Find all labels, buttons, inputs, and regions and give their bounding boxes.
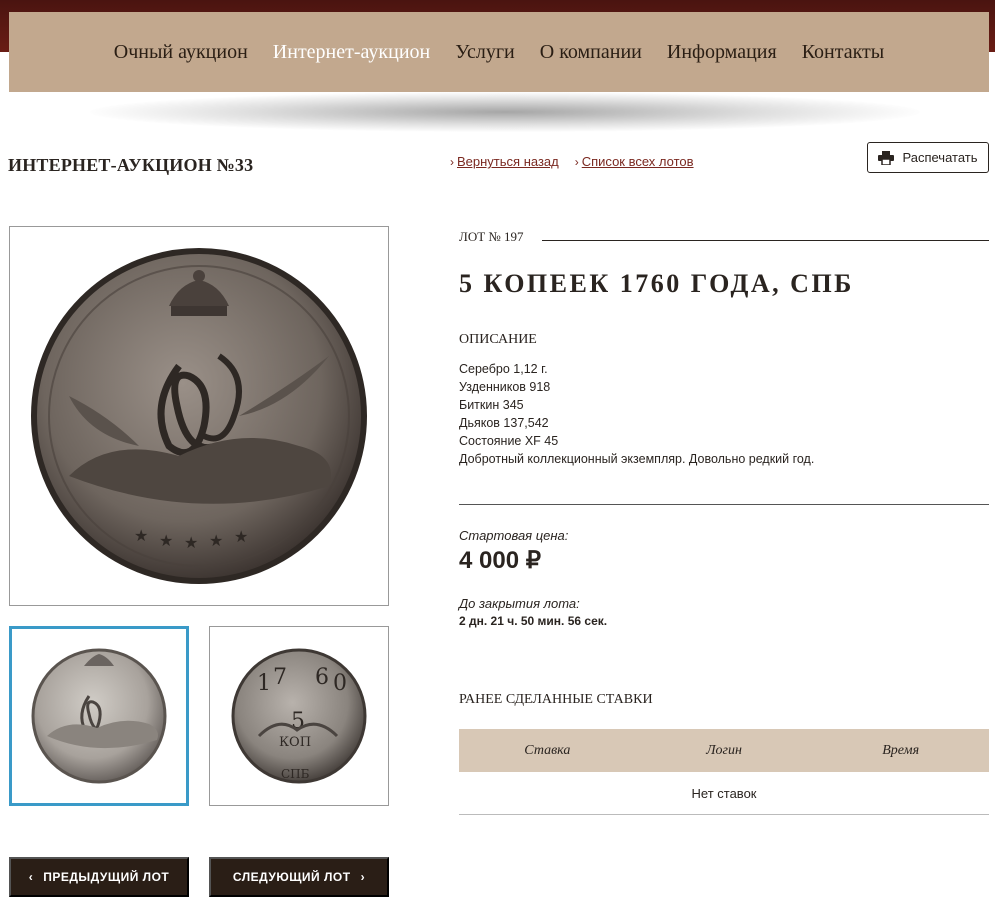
coin-obverse-image: ★ ★ ★ ★ ★ bbox=[31, 248, 367, 584]
next-lot-label: СЛЕДУЮЩИЙ ЛОТ bbox=[232, 870, 351, 884]
description-line: Состояние XF 45 bbox=[459, 434, 559, 448]
print-button[interactable]: Распечатать bbox=[867, 142, 989, 173]
lot-title: 5 КОПЕЕК 1760 ГОДА, СПБ bbox=[459, 269, 854, 298]
print-label: Распечатать bbox=[902, 150, 978, 165]
svg-text:★: ★ bbox=[209, 531, 223, 550]
svg-text:★: ★ bbox=[159, 531, 173, 550]
start-price-label: Стартовая цена: bbox=[459, 528, 569, 543]
nav-item-contacts[interactable]: Контакты bbox=[802, 41, 885, 64]
column-header-bid: Ставка bbox=[524, 742, 571, 758]
bids-empty-message: Нет ставок bbox=[459, 772, 989, 815]
lot-number: ЛОТ № 197 bbox=[459, 229, 524, 244]
closing-time-value: 2 дн. 21 ч. 50 мин. 56 сек. bbox=[459, 614, 608, 628]
chevron-right-icon: › bbox=[360, 870, 366, 884]
coin-obverse-thumb bbox=[31, 648, 167, 784]
description-line: Биткин 345 bbox=[459, 398, 524, 412]
lot-number-rule bbox=[542, 240, 989, 241]
page-title: ИНТЕРНЕТ-АУКЦИОН №33 bbox=[8, 155, 254, 175]
column-header-login: Логин bbox=[706, 742, 742, 758]
previous-lot-button[interactable]: ‹ ПРЕДЫДУЩИЙ ЛОТ bbox=[9, 857, 189, 897]
next-lot-button[interactable]: СЛЕДУЮЩИЙ ЛОТ › bbox=[209, 857, 389, 897]
year-digit-1: 1 bbox=[257, 671, 271, 696]
nav-item-info[interactable]: Информация bbox=[667, 41, 777, 64]
previous-lot-label: ПРЕДЫДУЩИЙ ЛОТ bbox=[43, 870, 170, 884]
description-line: Добротный коллекционный экземпляр. Довол… bbox=[459, 452, 815, 466]
nav-item-about[interactable]: О компании bbox=[540, 41, 642, 64]
svg-text:★: ★ bbox=[184, 533, 198, 552]
mint-mark: СПБ bbox=[281, 767, 310, 781]
chevron-right-icon: › bbox=[574, 155, 579, 169]
main-nav: Очный аукцион Интернет-аукцион Услуги О … bbox=[9, 12, 989, 92]
description-body: Серебро 1,12 г. Узденников 918 Биткин 34… bbox=[459, 360, 814, 468]
bids-heading: РАНЕЕ СДЕЛАННЫЕ СТАВКИ bbox=[459, 692, 653, 707]
bids-table-header: Ставка Логин Время bbox=[459, 729, 989, 772]
all-lots-link[interactable]: Список всех лотов bbox=[582, 154, 694, 169]
thumbnail-obverse[interactable] bbox=[9, 626, 189, 806]
nav-item-internet-auction[interactable]: Интернет-аукцион bbox=[273, 41, 430, 64]
svg-text:★: ★ bbox=[134, 526, 148, 545]
description-heading: ОПИСАНИЕ bbox=[459, 332, 537, 347]
start-price-value: 4 000 ₽ bbox=[459, 547, 541, 574]
nav-item-offline-auction[interactable]: Очный аукцион bbox=[114, 41, 248, 64]
description-line: Узденников 918 bbox=[459, 380, 551, 394]
description-line: Серебро 1,12 г. bbox=[459, 362, 548, 376]
nav-shadow bbox=[90, 92, 920, 132]
breadcrumb: › Вернуться назад › Список всех лотов bbox=[450, 154, 694, 169]
printer-icon bbox=[878, 150, 895, 165]
nav-item-services[interactable]: Услуги bbox=[455, 41, 515, 64]
column-header-time: Время bbox=[882, 742, 920, 758]
closing-time-label: До закрытия лота: bbox=[459, 596, 580, 611]
bids-table: Ставка Логин Время Нет ставок bbox=[459, 729, 989, 815]
year-digit-7: 7 bbox=[273, 665, 287, 690]
chevron-right-icon: › bbox=[450, 155, 454, 169]
coin-reverse-thumb: 1 7 6 0 5 КОП СПБ bbox=[231, 648, 367, 784]
denomination-unit: КОП bbox=[279, 735, 311, 750]
divider bbox=[459, 504, 989, 505]
thumbnail-reverse[interactable]: 1 7 6 0 5 КОП СПБ bbox=[209, 626, 389, 806]
back-link[interactable]: Вернуться назад bbox=[457, 154, 559, 169]
year-digit-6: 6 bbox=[315, 665, 329, 690]
all-lots-link-wrap: › Список всех лотов bbox=[575, 154, 694, 169]
back-link-wrap: › Вернуться назад bbox=[450, 154, 559, 169]
description-line: Дьяков 137,542 bbox=[459, 416, 549, 430]
chevron-left-icon: ‹ bbox=[28, 870, 34, 884]
main-lot-photo[interactable]: ★ ★ ★ ★ ★ bbox=[9, 226, 389, 606]
svg-text:★: ★ bbox=[234, 527, 248, 546]
year-digit-0: 0 bbox=[333, 671, 347, 696]
